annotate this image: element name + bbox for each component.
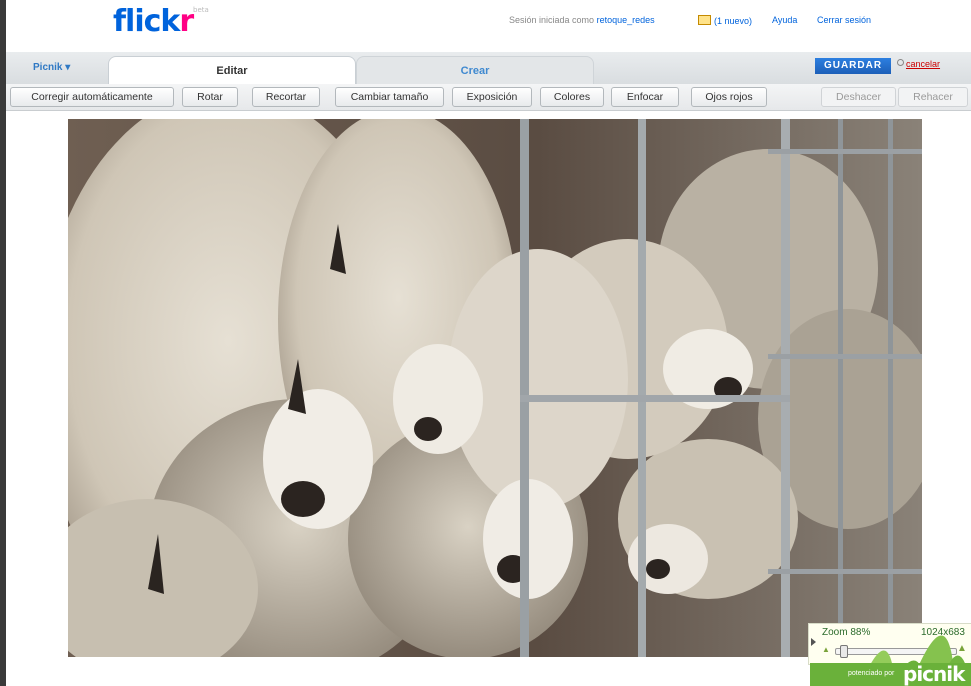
crop-button[interactable]: Recortar (252, 87, 320, 107)
session-info: Sesión iniciada como retoque_redes (509, 15, 655, 25)
envelope-icon (698, 15, 711, 25)
resize-button[interactable]: Cambiar tamaño (335, 87, 444, 107)
edit-toolbar: Corregir automáticamente Rotar Recortar … (6, 84, 971, 111)
flickr-logo[interactable]: flickr beta (113, 4, 209, 39)
undo-button[interactable]: Deshacer (821, 87, 896, 107)
cancel-link[interactable]: cancelar (897, 59, 940, 69)
beta-badge: beta (193, 6, 209, 14)
red-eye-button[interactable]: Ojos rojos (691, 87, 767, 107)
auto-fix-button[interactable]: Corregir automáticamente (10, 87, 174, 107)
save-button[interactable]: GUARDAR (815, 58, 891, 74)
logout-link[interactable]: Cerrar sesión (817, 15, 871, 25)
rotate-button[interactable]: Rotar (182, 87, 238, 107)
username-link[interactable]: retoque_redes (597, 15, 655, 25)
sharpen-button[interactable]: Enfocar (611, 87, 679, 107)
redo-button[interactable]: Rehacer (898, 87, 968, 107)
flickr-header: flickr beta Sesión iniciada como retoque… (6, 0, 971, 52)
powered-by-label: potenciado por (848, 670, 895, 677)
picnik-logo[interactable]: picnik (903, 662, 965, 686)
colors-button[interactable]: Colores (540, 87, 604, 107)
tab-create[interactable]: Crear (356, 56, 594, 85)
picnik-tab-bar: Picnik ▾ Editar Crear GUARDAR cancelar (6, 52, 971, 85)
inbox-link[interactable]: (1 nuevo) (698, 15, 752, 26)
radio-circle-icon (897, 59, 904, 66)
exposure-button[interactable]: Exposición (452, 87, 532, 107)
picnik-menu[interactable]: Picnik ▾ (33, 62, 70, 73)
tab-edit[interactable]: Editar (108, 56, 356, 85)
help-link[interactable]: Ayuda (772, 15, 797, 25)
